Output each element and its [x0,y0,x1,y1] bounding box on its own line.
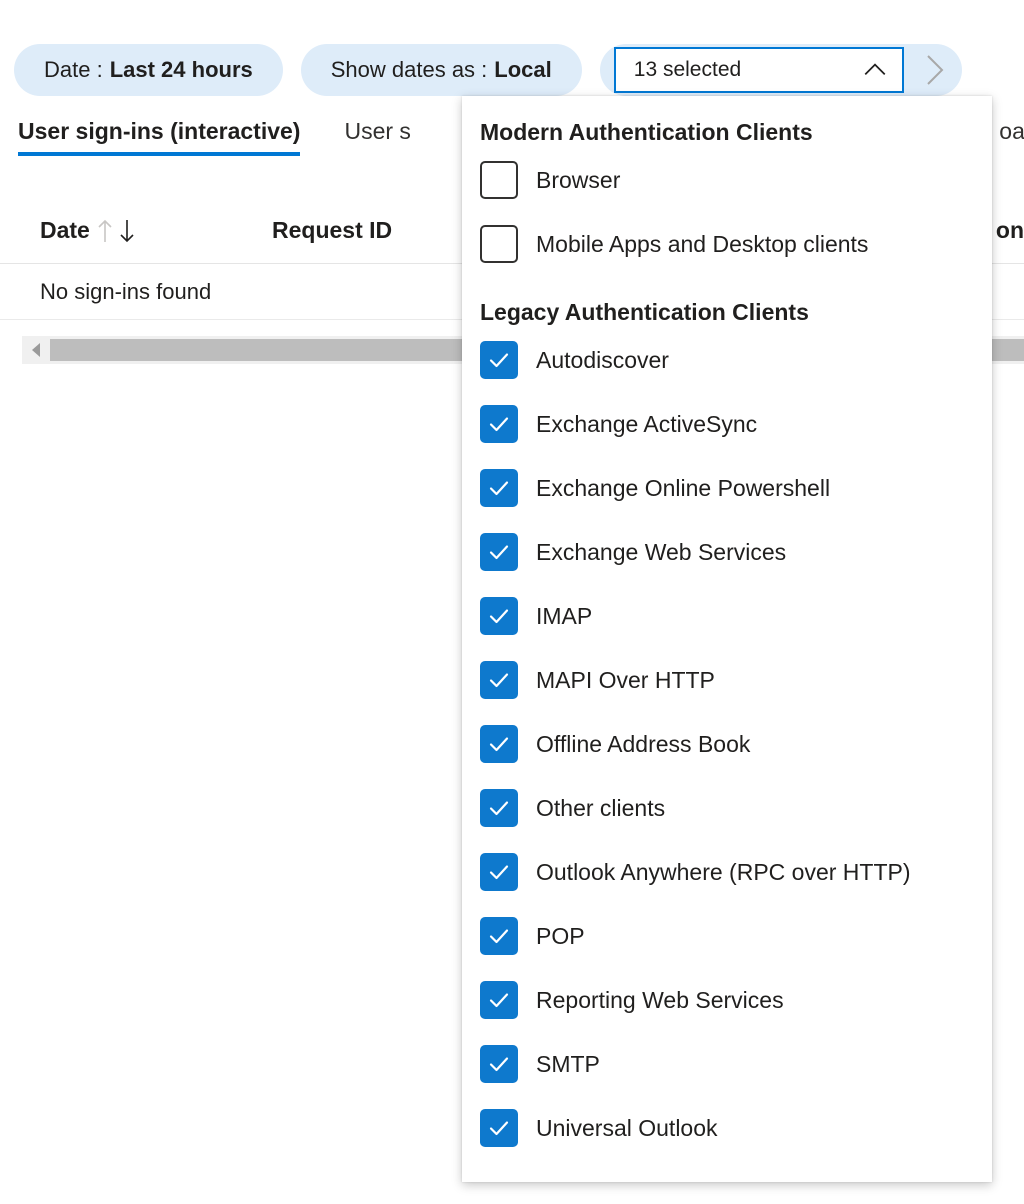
dropdown-option-exchange-online-powershell[interactable]: Exchange Online Powershell [462,456,992,520]
checkbox-checked-icon[interactable] [480,661,518,699]
checkbox-checked-icon[interactable] [480,917,518,955]
check-icon [487,1116,511,1140]
filter-next-button[interactable] [918,50,952,90]
client-app-dropdown-panel: Modern Authentication Clients Browser Mo… [462,96,992,1182]
checkbox-checked-icon[interactable] [480,789,518,827]
dropdown-option-offline-address-book[interactable]: Offline Address Book [462,712,992,776]
sort-descending-icon [116,216,138,246]
dropdown-group-title-legacy: Legacy Authentication Clients [462,276,992,328]
check-icon [487,1052,511,1076]
dropdown-option-smtp[interactable]: SMTP [462,1032,992,1096]
sort-indicator[interactable] [94,216,138,246]
filter-pill-date-label: Date : [44,57,103,83]
filter-pill-client-app: 13 selected [600,44,962,96]
column-header-request-id[interactable]: Request ID [272,217,392,244]
check-icon [487,412,511,436]
dropdown-option-universal-outlook[interactable]: Universal Outlook [462,1096,992,1160]
dropdown-option-reporting-web-services[interactable]: Reporting Web Services [462,968,992,1032]
dropdown-option-pop[interactable]: POP [462,904,992,968]
check-icon [487,476,511,500]
filter-pill-date[interactable]: Date : Last 24 hours [14,44,283,96]
dropdown-option-other-clients[interactable]: Other clients [462,776,992,840]
checkbox-checked-icon[interactable] [480,853,518,891]
check-icon [487,348,511,372]
checkbox-checked-icon[interactable] [480,533,518,571]
sort-ascending-icon [94,216,116,246]
column-header-location-truncated-label: on [996,217,1024,244]
dropdown-option-browser[interactable]: Browser [462,148,992,212]
check-icon [487,988,511,1012]
column-header-date-label: Date [40,217,90,244]
filter-pill-date-value: Last 24 hours [110,57,253,83]
dropdown-option-mobile-apps-and-desktop-clients-label: Mobile Apps and Desktop clients [536,231,868,258]
chevron-right-icon [922,53,948,87]
checkbox-checked-icon[interactable] [480,469,518,507]
check-icon [487,860,511,884]
checkbox-checked-icon[interactable] [480,981,518,1019]
check-icon [487,604,511,628]
client-app-combobox[interactable]: 13 selected [614,47,904,93]
column-header-location-truncated[interactable]: on [996,217,1024,244]
filter-pill-show-dates-as-label: Show dates as : [331,57,488,83]
checkbox-checked-icon[interactable] [480,597,518,635]
dropdown-option-mapi-over-http[interactable]: MAPI Over HTTP [462,648,992,712]
dropdown-option-autodiscover-label: Autodiscover [536,347,669,374]
dropdown-group-title-modern: Modern Authentication Clients [462,96,992,148]
column-header-date[interactable]: Date [40,216,250,246]
dropdown-option-exchange-activesync-label: Exchange ActiveSync [536,411,757,438]
checkbox-checked-icon[interactable] [480,1045,518,1083]
dropdown-option-other-clients-label: Other clients [536,795,665,822]
dropdown-option-autodiscover[interactable]: Autodiscover [462,328,992,392]
check-icon [487,796,511,820]
check-icon [487,732,511,756]
dropdown-option-pop-label: POP [536,923,585,950]
checkbox-checked-icon[interactable] [480,405,518,443]
check-icon [487,540,511,564]
dropdown-option-mapi-over-http-label: MAPI Over HTTP [536,667,715,694]
dropdown-option-offline-address-book-label: Offline Address Book [536,731,750,758]
tab-truncated-right[interactable]: oal [999,118,1024,156]
tab-user-sign-ins-non-interactive[interactable]: User s [344,118,410,156]
dropdown-option-imap[interactable]: IMAP [462,584,992,648]
tab-user-sign-ins-interactive-label: User sign-ins (interactive) [18,118,300,144]
chevron-up-icon [862,57,888,83]
filter-pill-show-dates-as-value: Local [494,57,551,83]
check-icon [487,924,511,948]
tab-truncated-right-label: oal [999,118,1024,144]
scrollbar-left-button[interactable] [22,336,50,364]
dropdown-option-outlook-anywhere[interactable]: Outlook Anywhere (RPC over HTTP) [462,840,992,904]
checkbox-checked-icon[interactable] [480,341,518,379]
dropdown-option-browser-label: Browser [536,167,620,194]
dropdown-option-exchange-web-services[interactable]: Exchange Web Services [462,520,992,584]
checkbox-checked-icon[interactable] [480,1109,518,1147]
dropdown-option-exchange-activesync[interactable]: Exchange ActiveSync [462,392,992,456]
column-header-request-id-label: Request ID [272,217,392,244]
tab-user-sign-ins-interactive[interactable]: User sign-ins (interactive) [18,118,300,156]
dropdown-option-smtp-label: SMTP [536,1051,600,1078]
tab-user-sign-ins-non-interactive-label: User s [344,118,410,144]
dropdown-option-exchange-web-services-label: Exchange Web Services [536,539,786,566]
table-empty-message: No sign-ins found [40,279,211,305]
dropdown-option-outlook-anywhere-label: Outlook Anywhere (RPC over HTTP) [536,859,911,886]
dropdown-option-reporting-web-services-label: Reporting Web Services [536,987,784,1014]
checkbox-checked-icon[interactable] [480,725,518,763]
triangle-left-icon [29,342,43,358]
checkbox-unchecked-icon[interactable] [480,225,518,263]
filter-pill-row: Date : Last 24 hours Show dates as : Loc… [0,44,1024,96]
dropdown-option-imap-label: IMAP [536,603,592,630]
dropdown-option-mobile-apps-and-desktop-clients[interactable]: Mobile Apps and Desktop clients [462,212,992,276]
dropdown-option-exchange-online-powershell-label: Exchange Online Powershell [536,475,830,502]
client-app-combobox-value: 13 selected [634,58,741,82]
dropdown-option-universal-outlook-label: Universal Outlook [536,1115,718,1142]
filter-pill-show-dates-as[interactable]: Show dates as : Local [301,44,582,96]
check-icon [487,668,511,692]
checkbox-unchecked-icon[interactable] [480,161,518,199]
